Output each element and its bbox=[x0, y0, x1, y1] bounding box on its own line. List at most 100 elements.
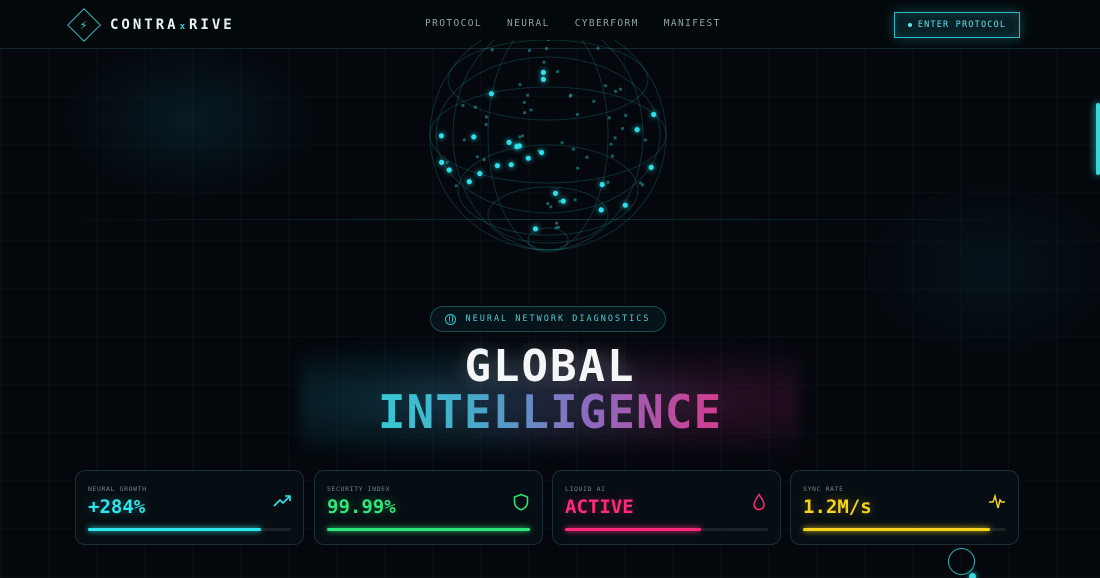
globe-node bbox=[488, 91, 494, 97]
globe-node bbox=[484, 115, 488, 119]
nav-links: PROTOCOL NEURAL CYBERFORM MANIFEST bbox=[425, 18, 746, 29]
globe-node bbox=[546, 201, 550, 206]
globe-node bbox=[540, 69, 546, 75]
globe-node bbox=[526, 93, 530, 97]
brand-name: CONTRA x RIVE bbox=[110, 17, 235, 33]
trending-up-icon bbox=[273, 495, 291, 507]
globe-node bbox=[641, 183, 645, 187]
stat-card-sync-rate[interactable]: SYNC RATE 1.2M/s bbox=[790, 470, 1019, 545]
stat-card-neural-growth[interactable]: NEURAL GROWTH +284% bbox=[75, 470, 304, 545]
globe-node bbox=[618, 87, 623, 91]
progress-fill bbox=[327, 528, 530, 531]
globe-node bbox=[527, 48, 532, 53]
globe-node bbox=[552, 190, 559, 196]
globe-node bbox=[576, 166, 580, 170]
globe-node bbox=[462, 138, 466, 142]
status-dot-icon bbox=[907, 23, 912, 27]
globe-node bbox=[506, 139, 512, 145]
globe-node bbox=[555, 70, 560, 74]
droplet-icon bbox=[753, 493, 765, 511]
globe-node bbox=[610, 154, 615, 158]
progress-fill bbox=[88, 528, 261, 531]
nav-link-protocol[interactable]: PROTOCOL bbox=[425, 18, 482, 29]
globe-node bbox=[482, 158, 486, 162]
neural-globe-graphic bbox=[429, 40, 667, 253]
globe-node bbox=[523, 111, 527, 115]
globe-node bbox=[454, 184, 458, 188]
globe-node bbox=[585, 155, 589, 159]
background-glow bbox=[860, 180, 1100, 360]
floating-ring-icon[interactable] bbox=[948, 548, 975, 575]
enter-protocol-button[interactable]: ENTER PROTOCOL bbox=[894, 12, 1020, 38]
globe-node bbox=[540, 76, 546, 82]
stat-label: LIQUID AI bbox=[565, 485, 606, 493]
globe-node bbox=[613, 136, 617, 140]
globe-node bbox=[477, 170, 483, 177]
globe-node bbox=[643, 138, 647, 142]
stat-label: NEURAL GROWTH bbox=[88, 485, 147, 493]
stat-value: +284% bbox=[88, 496, 146, 518]
globe-node bbox=[516, 143, 522, 149]
globe-node bbox=[532, 226, 539, 232]
globe-node bbox=[542, 60, 546, 64]
brand-name-x: x bbox=[179, 22, 188, 32]
globe-node bbox=[439, 159, 445, 165]
globe-node bbox=[569, 93, 573, 97]
globe-node bbox=[461, 103, 465, 108]
progress-fill bbox=[803, 528, 990, 531]
globe-node bbox=[518, 82, 522, 87]
brand-name-right: RIVE bbox=[189, 17, 235, 33]
globe-node bbox=[537, 149, 541, 153]
globe-node bbox=[494, 163, 500, 169]
stat-value: 1.2M/s bbox=[803, 496, 872, 518]
globe-node bbox=[475, 155, 479, 159]
badge-label: NEURAL NETWORK DIAGNOSTICS bbox=[465, 314, 651, 324]
pulse-icon bbox=[989, 493, 1005, 509]
globe-node bbox=[520, 134, 525, 138]
globe-node bbox=[575, 112, 579, 117]
background-glow bbox=[60, 40, 320, 200]
globe-node bbox=[546, 40, 550, 42]
progress-fill bbox=[565, 528, 701, 531]
globe-node bbox=[446, 167, 452, 173]
stat-card-security-index[interactable]: SECURITY INDEX 99.99% bbox=[314, 470, 543, 545]
stat-value: 99.99% bbox=[327, 496, 396, 518]
globe-icon bbox=[445, 313, 457, 325]
globe-node bbox=[522, 100, 526, 104]
globe-node bbox=[445, 160, 449, 164]
nav-link-neural[interactable]: NEURAL bbox=[507, 18, 550, 29]
shield-icon bbox=[513, 493, 529, 511]
globe-node bbox=[518, 135, 522, 139]
globe-node bbox=[549, 205, 553, 209]
globe-node bbox=[558, 199, 562, 204]
nav-link-manifest[interactable]: MANIFEST bbox=[664, 18, 721, 29]
progress-track bbox=[327, 528, 530, 531]
globe-node bbox=[508, 162, 514, 168]
brand[interactable]: ⚡ CONTRA x RIVE bbox=[67, 8, 235, 42]
globe-node bbox=[620, 126, 625, 131]
stat-value: ACTIVE bbox=[565, 496, 634, 518]
globe-node bbox=[607, 116, 611, 120]
hero-title-line2: INTELLIGENCE bbox=[0, 385, 1100, 439]
globe-node bbox=[614, 89, 618, 93]
globe-node bbox=[651, 111, 657, 118]
globe-node bbox=[525, 155, 531, 161]
diagnostics-badge: NEURAL NETWORK DIAGNOSTICS bbox=[430, 306, 666, 332]
stat-card-liquid-ai[interactable]: LIQUID AI ACTIVE bbox=[552, 470, 781, 545]
globe-node bbox=[473, 105, 477, 109]
globe-node bbox=[438, 133, 444, 139]
scroll-indicator[interactable] bbox=[1096, 103, 1100, 175]
enter-protocol-label: ENTER PROTOCOL bbox=[917, 20, 1007, 30]
globe-node bbox=[490, 48, 494, 52]
globe-node bbox=[529, 108, 533, 112]
lightning-logo-icon: ⚡ bbox=[67, 8, 101, 42]
floating-dot bbox=[969, 573, 976, 578]
globe-node bbox=[637, 128, 641, 132]
globe-node bbox=[603, 84, 607, 88]
globe-node bbox=[592, 99, 596, 103]
globe-node bbox=[471, 134, 477, 140]
globe-node bbox=[571, 147, 575, 151]
globe-node bbox=[484, 122, 488, 127]
nav-link-cyberform[interactable]: CYBERFORM bbox=[575, 18, 639, 29]
globe-node bbox=[648, 164, 654, 170]
